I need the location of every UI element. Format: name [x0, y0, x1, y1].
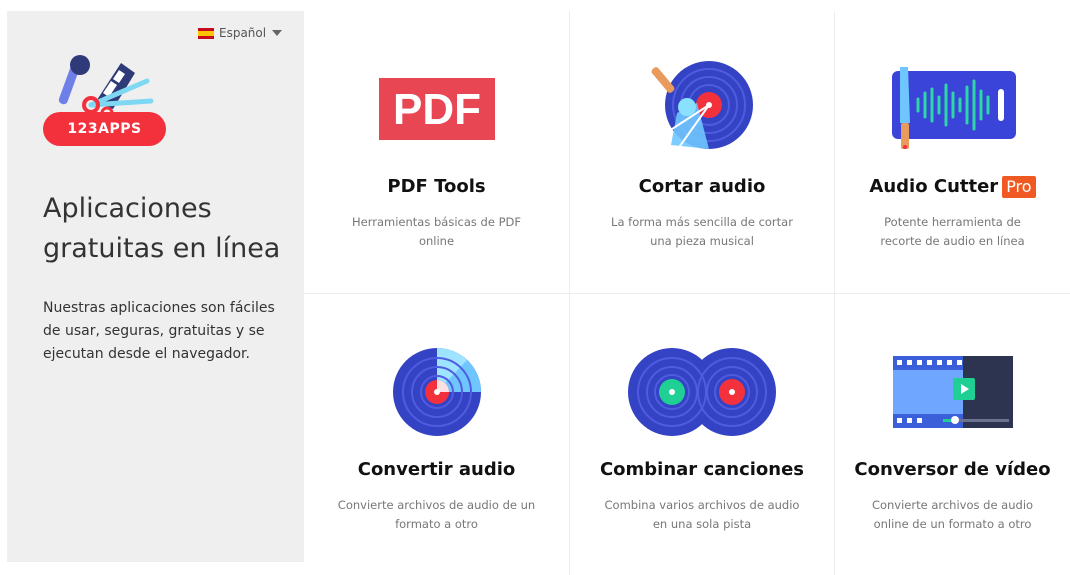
page-title: Aplicaciones gratuitas en línea — [43, 193, 281, 264]
app-title: Convertir audio — [357, 459, 516, 480]
merge-vinyls-icon — [628, 347, 776, 436]
language-label: Español — [219, 26, 267, 40]
app-card-icon-area: PDF — [304, 61, 569, 156]
video-film-icon — [892, 355, 1013, 428]
sidebar-description: Nuestras aplicaciones son fáciles de usa… — [43, 300, 275, 362]
audio-convert-disc-icon — [392, 347, 481, 436]
app-title: Conversor de vídeo — [854, 459, 1051, 480]
app-title: PDF Tools — [387, 176, 486, 197]
spain-flag-icon — [198, 27, 214, 39]
app-title: Audio Cutter Pro — [835, 175, 1070, 199]
app-title: Cortar audio — [638, 176, 766, 197]
app-title: Combinar canciones — [599, 459, 805, 480]
vinyl-cut-icon — [651, 60, 753, 154]
app-title-text: Audio Cutter — [869, 176, 999, 197]
language-selector[interactable]: Español — [198, 26, 283, 40]
sidebar: Español 123APPS Aplicaciones gratuitas e… — [7, 11, 304, 562]
pdf-icon-text: PDF — [393, 85, 481, 134]
app-description: Convierte archivos de audio de un format… — [337, 498, 536, 531]
app-card-conversor-de-video[interactable]: Conversor de vídeo Convierte archivos de… — [834, 293, 1070, 575]
pro-badge: Pro — [1002, 176, 1036, 198]
brand-logo[interactable]: 123APPS — [43, 112, 166, 146]
pdf-icon: PDF — [378, 77, 495, 140]
app-card-icon-area — [304, 344, 569, 439]
app-card-icon-area — [570, 60, 834, 156]
app-card-icon-area — [570, 344, 834, 439]
app-card-convertir-audio[interactable]: Convertir audio Convierte archivos de au… — [304, 293, 569, 575]
app-card-icon-area — [835, 344, 1070, 439]
audio-waveform-knife-icon — [891, 66, 1016, 149]
app-card-audio-cutter-pro[interactable]: Audio Cutter Pro Potente herramienta de r… — [834, 11, 1070, 293]
app-description: Convierte archivos de audio online de un… — [871, 498, 1034, 531]
caret-down-icon — [272, 30, 283, 36]
apps-grid: PDF PDF Tools Herramientas básicas de PD… — [304, 11, 1070, 575]
app-card-pdf-tools[interactable]: PDF PDF Tools Herramientas básicas de PD… — [304, 11, 569, 293]
page: Español 123APPS Aplicaciones gratuitas e… — [0, 0, 1070, 575]
app-card-cortar-audio[interactable]: Cortar audio La forma más sencilla de co… — [569, 11, 834, 293]
app-description: Potente herramienta de recorte de audio … — [880, 215, 1025, 248]
app-card-icon-area — [835, 61, 1070, 156]
app-card-combinar-canciones[interactable]: Combinar canciones Combina varios archiv… — [569, 293, 834, 575]
app-description: Herramientas básicas de PDF online — [352, 215, 521, 248]
app-description: La forma más sencilla de cortar una piez… — [611, 215, 793, 248]
app-description: Combina varios archivos de audio en una … — [604, 498, 800, 531]
